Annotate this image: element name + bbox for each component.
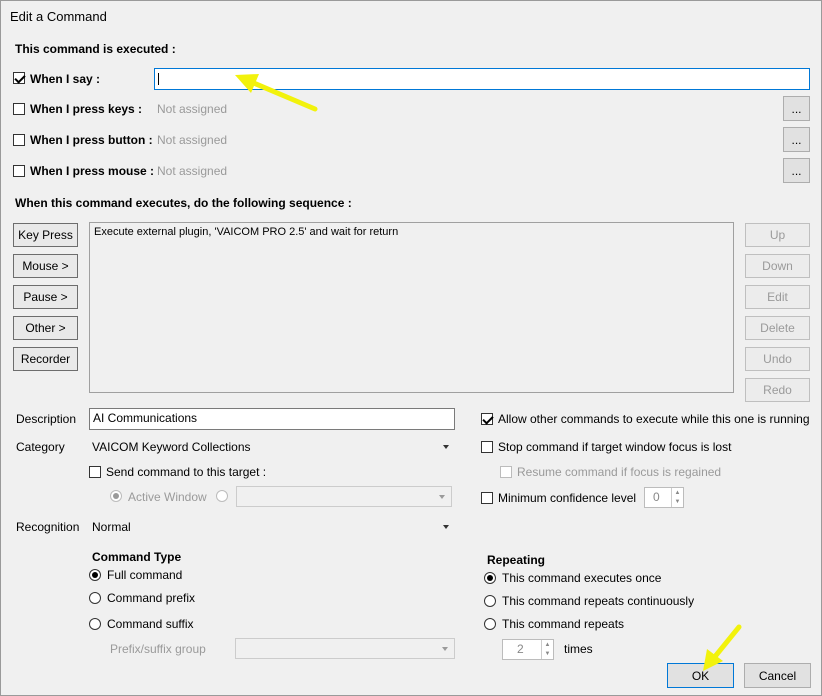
recognition-value: Normal [92, 520, 131, 534]
description-label: Description [16, 412, 77, 426]
recorder-button[interactable]: Recorder [13, 347, 78, 371]
category-dropdown[interactable]: VAICOM Keyword Collections [89, 437, 455, 457]
keys-value: Not assigned [157, 102, 228, 116]
stop-focus-label: Stop command if target window focus is l… [498, 440, 732, 454]
recognition-label: Recognition [16, 520, 80, 534]
times-label: times [564, 642, 593, 656]
cancel-button[interactable]: Cancel [744, 663, 811, 688]
spin-up-icon[interactable]: ▲ [671, 488, 683, 498]
spin-up-icon[interactable]: ▲ [541, 640, 553, 650]
send-target-checkbox[interactable] [89, 466, 101, 478]
command-prefix-radio[interactable] [89, 592, 101, 604]
down-button[interactable]: Down [745, 254, 810, 278]
allow-other-checkbox[interactable] [481, 413, 493, 425]
button-browse-button[interactable]: ... [783, 127, 810, 152]
action-sequence-list[interactable]: Execute external plugin, 'VAICOM PRO 2.5… [89, 222, 734, 393]
command-type-heading: Command Type [92, 550, 182, 564]
active-window-label: Active Window [128, 490, 207, 504]
repeat-times-value: 2 [517, 642, 524, 656]
full-command-label: Full command [107, 568, 183, 582]
allow-other-label: Allow other commands to execute while th… [498, 412, 810, 426]
spin-down-icon[interactable]: ▼ [541, 649, 553, 659]
delete-button[interactable]: Delete [745, 316, 810, 340]
when-i-say-label: When I say : [30, 72, 101, 86]
trigger-heading: This command is executed : [15, 42, 176, 56]
repeats-label: This command repeats [502, 617, 625, 631]
resume-focus-checkbox[interactable] [500, 466, 512, 478]
active-window-radio[interactable] [110, 490, 122, 502]
text-caret [158, 72, 159, 85]
prefix-group-label: Prefix/suffix group [110, 642, 206, 656]
edit-command-dialog: Edit a Command This command is executed … [0, 0, 822, 696]
when-i-press-button-checkbox[interactable] [13, 134, 25, 146]
when-i-press-mouse-label: When I press mouse : [30, 164, 155, 178]
when-i-say-checkbox[interactable] [13, 72, 25, 84]
min-confidence-stepper[interactable]: 0 ▲ ▼ [644, 487, 684, 508]
chevron-down-icon [442, 646, 448, 651]
command-prefix-label: Command prefix [107, 591, 196, 605]
target-window-radio[interactable] [216, 490, 228, 502]
edit-button[interactable]: Edit [745, 285, 810, 309]
when-i-press-keys-label: When I press keys : [30, 102, 143, 116]
mouse-button[interactable]: Mouse > [13, 254, 78, 278]
annotation-arrow-icon [235, 74, 318, 112]
chevron-down-icon [439, 494, 445, 499]
repeats-continuously-label: This command repeats continuously [502, 594, 695, 608]
button-value: Not assigned [157, 133, 228, 147]
sequence-item[interactable]: Execute external plugin, 'VAICOM PRO 2.5… [94, 226, 729, 238]
window-title: Edit a Command [10, 9, 107, 24]
min-confidence-value: 0 [653, 490, 660, 504]
chevron-down-icon [443, 445, 449, 449]
key-press-button[interactable]: Key Press [13, 223, 78, 247]
prefix-group-dropdown[interactable] [235, 638, 455, 659]
annotation-arrow-icon [703, 624, 742, 671]
min-confidence-checkbox[interactable] [481, 492, 493, 504]
when-i-press-keys-checkbox[interactable] [13, 103, 25, 115]
category-value: VAICOM Keyword Collections [92, 440, 251, 454]
send-target-label: Send command to this target : [106, 465, 267, 479]
up-button[interactable]: Up [745, 223, 810, 247]
resume-focus-label: Resume command if focus is regained [517, 465, 722, 479]
pause-button[interactable]: Pause > [13, 285, 78, 309]
command-suffix-radio[interactable] [89, 618, 101, 630]
executes-once-label: This command executes once [502, 571, 662, 585]
executes-once-radio[interactable] [484, 572, 496, 584]
chevron-down-icon [443, 525, 449, 529]
recognition-dropdown[interactable]: Normal [89, 517, 455, 537]
spin-down-icon[interactable]: ▼ [671, 497, 683, 507]
other-button[interactable]: Other > [13, 316, 78, 340]
description-input[interactable]: AI Communications [89, 408, 455, 430]
repeats-radio[interactable] [484, 618, 496, 630]
keys-browse-button[interactable]: ... [783, 96, 810, 121]
category-label: Category [16, 440, 65, 454]
when-i-press-mouse-checkbox[interactable] [13, 165, 25, 177]
undo-button[interactable]: Undo [745, 347, 810, 371]
mouse-browse-button[interactable]: ... [783, 158, 810, 183]
repeat-times-stepper[interactable]: 2 ▲ ▼ [502, 639, 554, 660]
when-i-press-button-label: When I press button : [30, 133, 153, 147]
repeating-heading: Repeating [487, 553, 546, 567]
min-confidence-label: Minimum confidence level [498, 491, 637, 505]
mouse-value: Not assigned [157, 164, 228, 178]
sequence-heading: When this command executes, do the follo… [15, 196, 352, 210]
repeats-continuously-radio[interactable] [484, 595, 496, 607]
command-suffix-label: Command suffix [107, 617, 194, 631]
redo-button[interactable]: Redo [745, 378, 810, 402]
stop-focus-checkbox[interactable] [481, 441, 493, 453]
target-window-dropdown[interactable] [236, 486, 452, 507]
full-command-radio[interactable] [89, 569, 101, 581]
